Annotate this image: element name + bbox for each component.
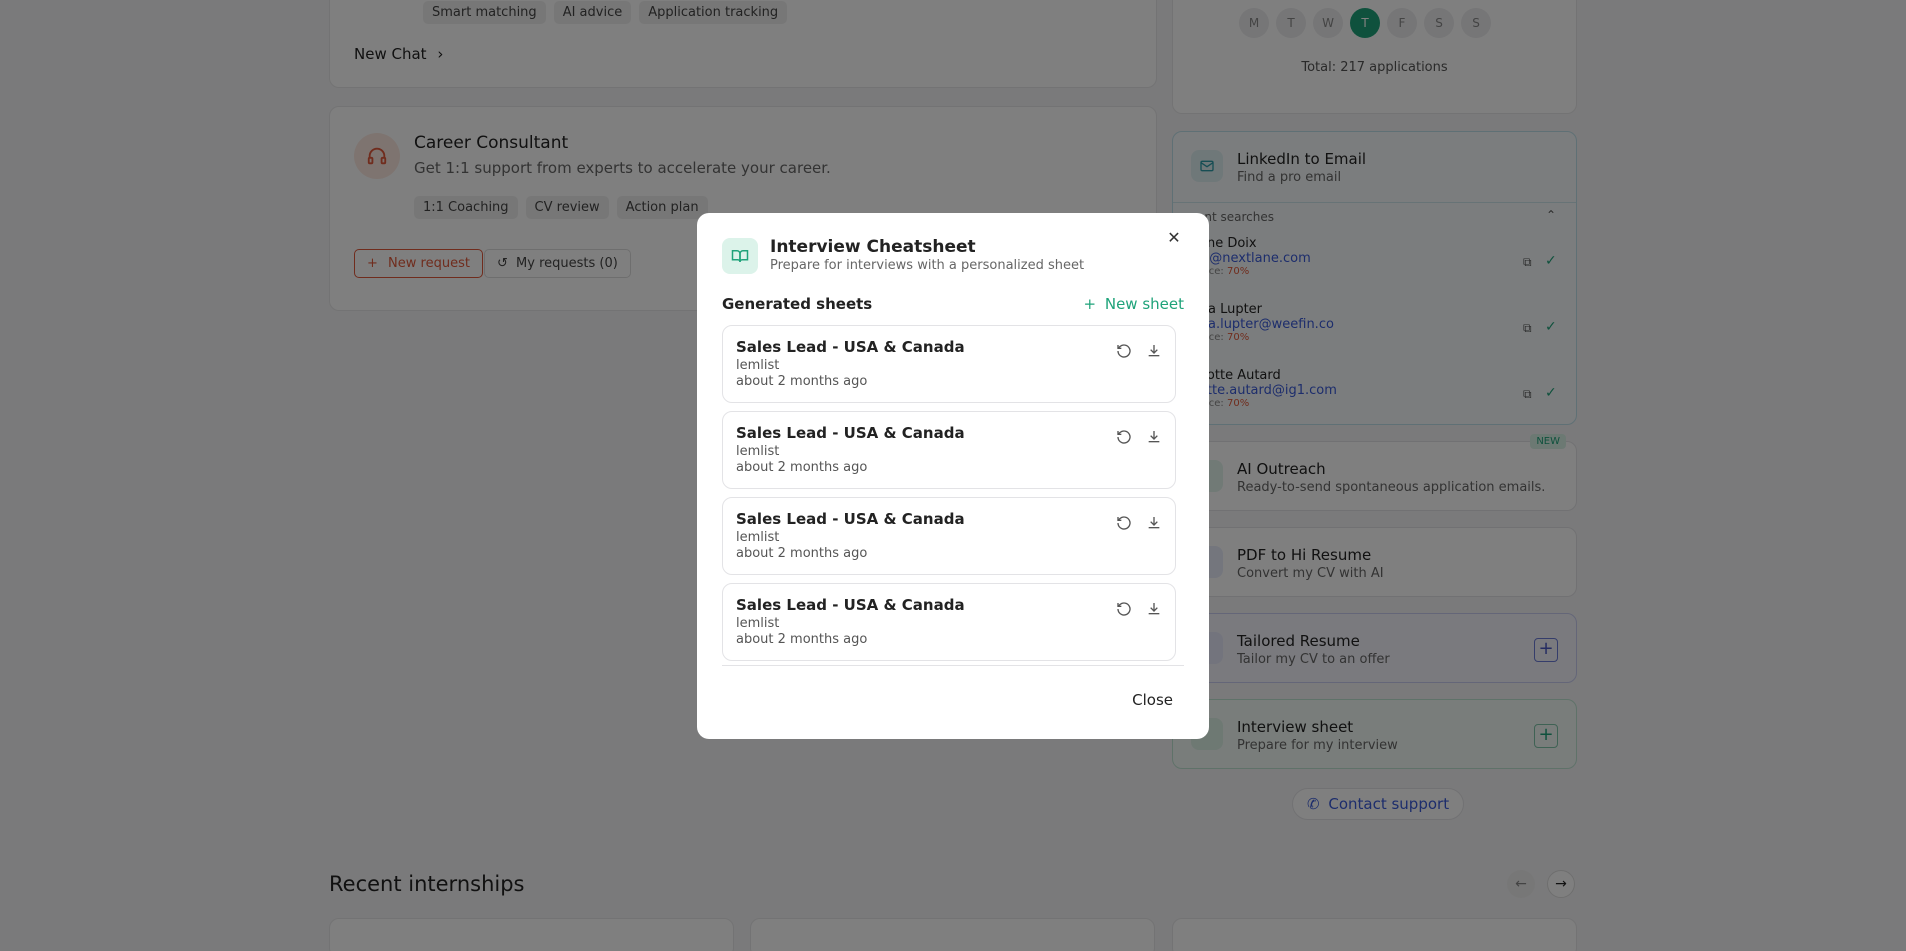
sheet-title: Sales Lead - USA & Canada — [736, 424, 965, 442]
sheet-title: Sales Lead - USA & Canada — [736, 596, 965, 614]
download-icon[interactable] — [1145, 428, 1163, 446]
new-sheet-button[interactable]: + New sheet — [1083, 295, 1184, 313]
sheet-date: about 2 months ago — [736, 632, 868, 647]
sheet-title: Sales Lead - USA & Canada — [736, 338, 965, 356]
modal-divider — [722, 665, 1184, 666]
regenerate-icon[interactable] — [1115, 428, 1133, 446]
generated-sheets-heading: Generated sheets — [722, 295, 873, 313]
sheet-item[interactable]: Sales Lead - USA & Canada lemlist about … — [722, 497, 1176, 575]
sheet-title: Sales Lead - USA & Canada — [736, 510, 965, 528]
new-sheet-label: New sheet — [1104, 295, 1184, 313]
download-icon[interactable] — [1145, 514, 1163, 532]
book-open-icon — [722, 238, 758, 274]
sheet-company: lemlist — [736, 530, 780, 545]
sheet-date: about 2 months ago — [736, 460, 868, 475]
modal-subtitle: Prepare for interviews with a personaliz… — [770, 258, 1085, 273]
sheet-item[interactable]: Sales Lead - USA & Canada lemlist about … — [722, 411, 1176, 489]
interview-cheatsheet-modal: Interview Cheatsheet Prepare for intervi… — [697, 213, 1209, 739]
sheet-company: lemlist — [736, 616, 780, 631]
regenerate-icon[interactable] — [1115, 514, 1133, 532]
regenerate-icon[interactable] — [1115, 342, 1133, 360]
sheet-item[interactable]: Sales Lead - USA & Canada lemlist about … — [722, 583, 1176, 661]
regenerate-icon[interactable] — [1115, 600, 1133, 618]
sheet-item[interactable]: Sales Lead - USA & Canada lemlist about … — [722, 325, 1176, 403]
download-icon[interactable] — [1145, 342, 1163, 360]
sheet-date: about 2 months ago — [736, 374, 868, 389]
modal-title: Interview Cheatsheet — [770, 237, 976, 257]
download-icon[interactable] — [1145, 600, 1163, 618]
sheets-list[interactable]: Sales Lead - USA & Canada lemlist about … — [697, 325, 1209, 661]
close-icon[interactable]: ✕ — [1165, 229, 1183, 247]
plus-icon: + — [1083, 295, 1097, 313]
sheet-company: lemlist — [736, 444, 780, 459]
close-button[interactable]: Close — [1126, 687, 1179, 713]
sheet-company: lemlist — [736, 358, 780, 373]
sheet-date: about 2 months ago — [736, 546, 868, 561]
